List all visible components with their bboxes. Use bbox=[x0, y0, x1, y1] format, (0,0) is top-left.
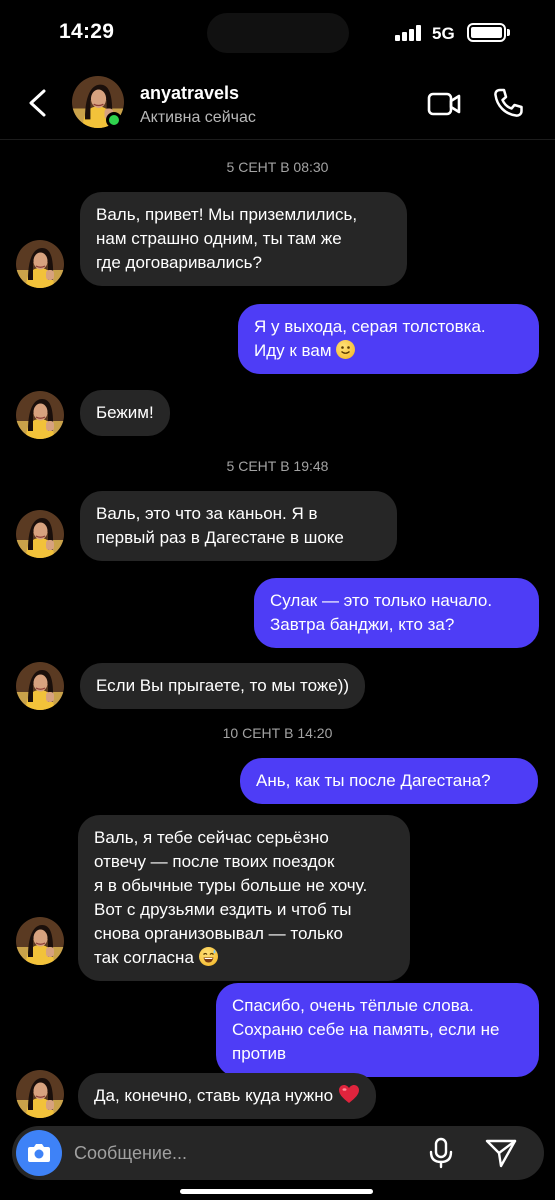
status-bar: 14:29 5G bbox=[0, 0, 555, 66]
grinning-sweat-face-icon bbox=[198, 947, 218, 966]
outgoing-message[interactable]: Ань, как ты после Дагестана? bbox=[240, 758, 538, 804]
video-camera-icon bbox=[427, 92, 461, 116]
message-text: Да, конечно, ставь куда нужно bbox=[94, 1086, 334, 1105]
incoming-message[interactable]: Бежим! bbox=[80, 390, 170, 436]
send-icon bbox=[485, 1139, 517, 1168]
chat-header: anyatravels Активна сейчас bbox=[0, 66, 555, 140]
activity-status: Активна сейчас bbox=[140, 109, 256, 126]
online-indicator bbox=[106, 112, 122, 128]
message-input[interactable] bbox=[74, 1126, 414, 1180]
contact-username[interactable]: anyatravels bbox=[140, 83, 239, 104]
chevron-left-icon bbox=[29, 89, 46, 117]
sender-avatar[interactable] bbox=[16, 917, 64, 965]
outgoing-message[interactable]: Я у выхода, серая толстовка. Иду к вам bbox=[238, 304, 539, 374]
slightly-smiling-face-icon bbox=[336, 340, 356, 359]
message-timestamp: 5 СЕНТ В 19:48 bbox=[226, 458, 329, 474]
video-call-button[interactable] bbox=[426, 88, 462, 120]
sender-avatar[interactable] bbox=[16, 240, 64, 288]
incoming-message[interactable]: Да, конечно, ставь куда нужно bbox=[78, 1073, 376, 1119]
send-button[interactable] bbox=[484, 1137, 518, 1169]
message-timestamp: 5 СЕНТ В 08:30 bbox=[226, 159, 329, 175]
voice-message-button[interactable] bbox=[426, 1137, 456, 1169]
outgoing-message[interactable]: Сулак — это только начало. Завтра банджи… bbox=[254, 578, 539, 648]
outgoing-message[interactable]: Спасибо, очень тёплые слова. Сохраню себ… bbox=[216, 983, 539, 1077]
message-timestamp: 10 СЕНТ В 14:20 bbox=[222, 725, 333, 741]
home-indicator bbox=[180, 1189, 373, 1194]
incoming-message[interactable]: Если Вы прыгаете, то мы тоже)) bbox=[80, 663, 366, 709]
message-text: Валь, я тебе сейчас серьёзно отвечу — по… bbox=[94, 828, 368, 967]
incoming-message[interactable]: Валь, это что за каньон. Я в первый раз … bbox=[80, 491, 397, 561]
back-button[interactable] bbox=[22, 86, 56, 120]
sender-avatar[interactable] bbox=[16, 1070, 64, 1118]
message-text: Я у выхода, серая толстовка. Иду к вам bbox=[254, 317, 486, 360]
camera-button[interactable] bbox=[16, 1130, 62, 1176]
incoming-message[interactable]: Валь, привет! Мы приземлились, нам страш… bbox=[80, 192, 407, 286]
status-time: 14:29 bbox=[59, 20, 115, 43]
sender-avatar[interactable] bbox=[16, 662, 64, 710]
cellular-signal-icon bbox=[395, 25, 423, 41]
microphone-icon bbox=[429, 1137, 453, 1169]
battery-icon bbox=[467, 23, 510, 42]
sender-avatar[interactable] bbox=[16, 510, 64, 558]
dynamic-island bbox=[207, 13, 349, 53]
message-composer bbox=[12, 1126, 544, 1180]
voice-call-button[interactable] bbox=[491, 86, 525, 120]
red-heart-icon bbox=[338, 1084, 360, 1104]
network-type: 5G bbox=[432, 24, 455, 43]
camera-icon bbox=[28, 1144, 50, 1162]
sender-avatar[interactable] bbox=[16, 391, 64, 439]
incoming-message[interactable]: Валь, я тебе сейчас серьёзно отвечу — по… bbox=[78, 815, 410, 981]
phone-icon bbox=[494, 88, 523, 117]
